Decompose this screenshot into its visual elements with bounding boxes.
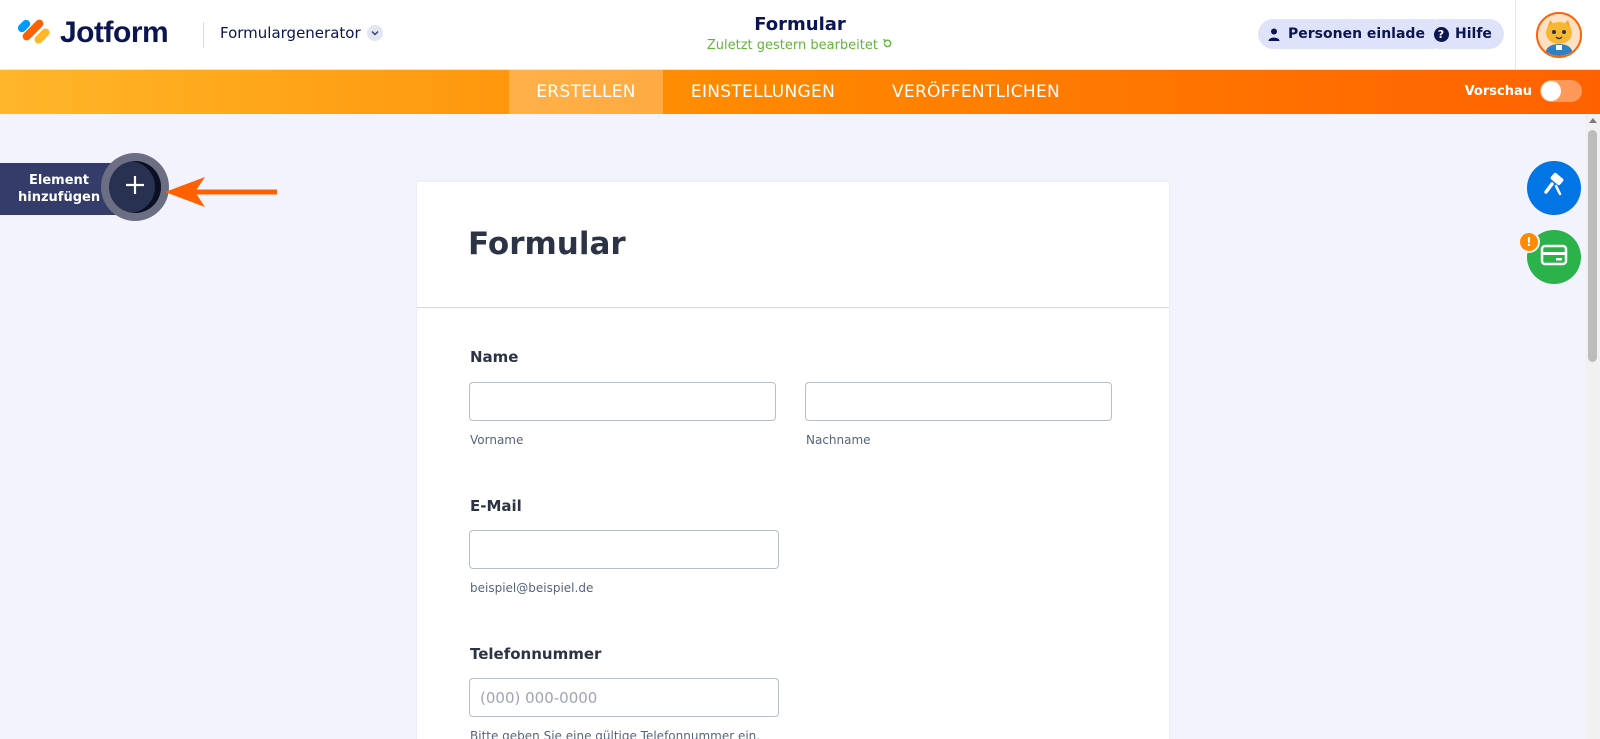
preview-toggle-group: Vorschau: [1465, 80, 1582, 102]
email-input[interactable]: [469, 530, 779, 569]
phone-sublabel: Bitte geben Sie eine gültige Telefonnumm…: [470, 729, 761, 739]
refresh-icon: [882, 38, 893, 53]
chevron-down-icon: [366, 25, 383, 41]
help-button[interactable]: ? Hilfe: [1425, 19, 1504, 49]
email-sublabel: beispiel@beispiel.de: [470, 581, 594, 595]
phone-input[interactable]: (000) 000-0000: [469, 678, 779, 717]
form-heading-divider: [417, 307, 1169, 308]
paint-roller-icon: [1540, 172, 1568, 204]
name-label[interactable]: Name: [470, 348, 518, 366]
invite-people-button[interactable]: Personen einladen: [1258, 19, 1447, 49]
toggle-knob: [1541, 81, 1561, 101]
credit-card-icon: [1540, 244, 1568, 270]
header-divider-right: [1515, 0, 1516, 70]
form-card: Formular Name Vorname Nachname E-Mail be…: [417, 182, 1169, 739]
preview-label: Vorschau: [1464, 83, 1532, 99]
preview-toggle[interactable]: [1540, 80, 1582, 102]
tab-create[interactable]: ERSTELLEN: [509, 70, 663, 114]
help-label: Hilfe: [1455, 26, 1492, 42]
email-label[interactable]: E-Mail: [470, 497, 522, 515]
first-name-sublabel: Vorname: [470, 433, 524, 447]
scroll-up-arrow[interactable]: [1589, 118, 1597, 123]
add-element-label-2: hinzufügen: [18, 190, 101, 205]
jotform-logo[interactable]: Jotform: [16, 16, 169, 50]
form-title-area: Formular Zuletzt gestern bearbeitet: [600, 14, 1000, 53]
builder-dropdown[interactable]: Formulargenerator: [220, 24, 383, 42]
logo-text: Jotform: [60, 16, 169, 49]
invite-label: Personen einladen: [1288, 26, 1435, 42]
top-header: Jotform Formulargenerator Formular Zulet…: [0, 0, 1600, 70]
add-element-label-1: Element: [29, 173, 90, 188]
form-designer-button[interactable]: [1527, 161, 1581, 215]
avatar[interactable]: [1536, 12, 1582, 58]
header-divider: [203, 22, 204, 48]
add-element-button[interactable]: [109, 161, 161, 213]
arrow-left-icon: [165, 177, 277, 207]
payment-warning-badge: !: [1518, 231, 1540, 253]
tab-publish[interactable]: VERÖFFENTLICHEN: [863, 70, 1089, 114]
first-name-input[interactable]: [469, 382, 776, 421]
scroll-thumb[interactable]: [1588, 130, 1597, 362]
plus-icon: [124, 174, 146, 200]
user-icon: [1266, 26, 1282, 42]
builder-label: Formulargenerator: [220, 24, 361, 42]
last-name-input[interactable]: [805, 382, 1112, 421]
last-name-sublabel: Nachname: [806, 433, 871, 447]
help-icon: ?: [1433, 26, 1449, 42]
jotform-logo-icon: [16, 17, 52, 49]
form-title[interactable]: Formular: [600, 14, 1000, 35]
tab-settings[interactable]: EINSTELLUNGEN: [663, 70, 863, 114]
last-edited-status[interactable]: Zuletzt gestern bearbeitet: [600, 38, 1000, 53]
form-heading[interactable]: Formular: [468, 226, 626, 262]
builder-tabbar: ERSTELLEN EINSTELLUNGEN VERÖFFENTLICHEN …: [0, 70, 1600, 114]
last-edited-text: Zuletzt gestern bearbeitet: [706, 38, 878, 53]
page-scrollbar[interactable]: [1585, 114, 1600, 739]
phone-label[interactable]: Telefonnummer: [470, 645, 601, 663]
